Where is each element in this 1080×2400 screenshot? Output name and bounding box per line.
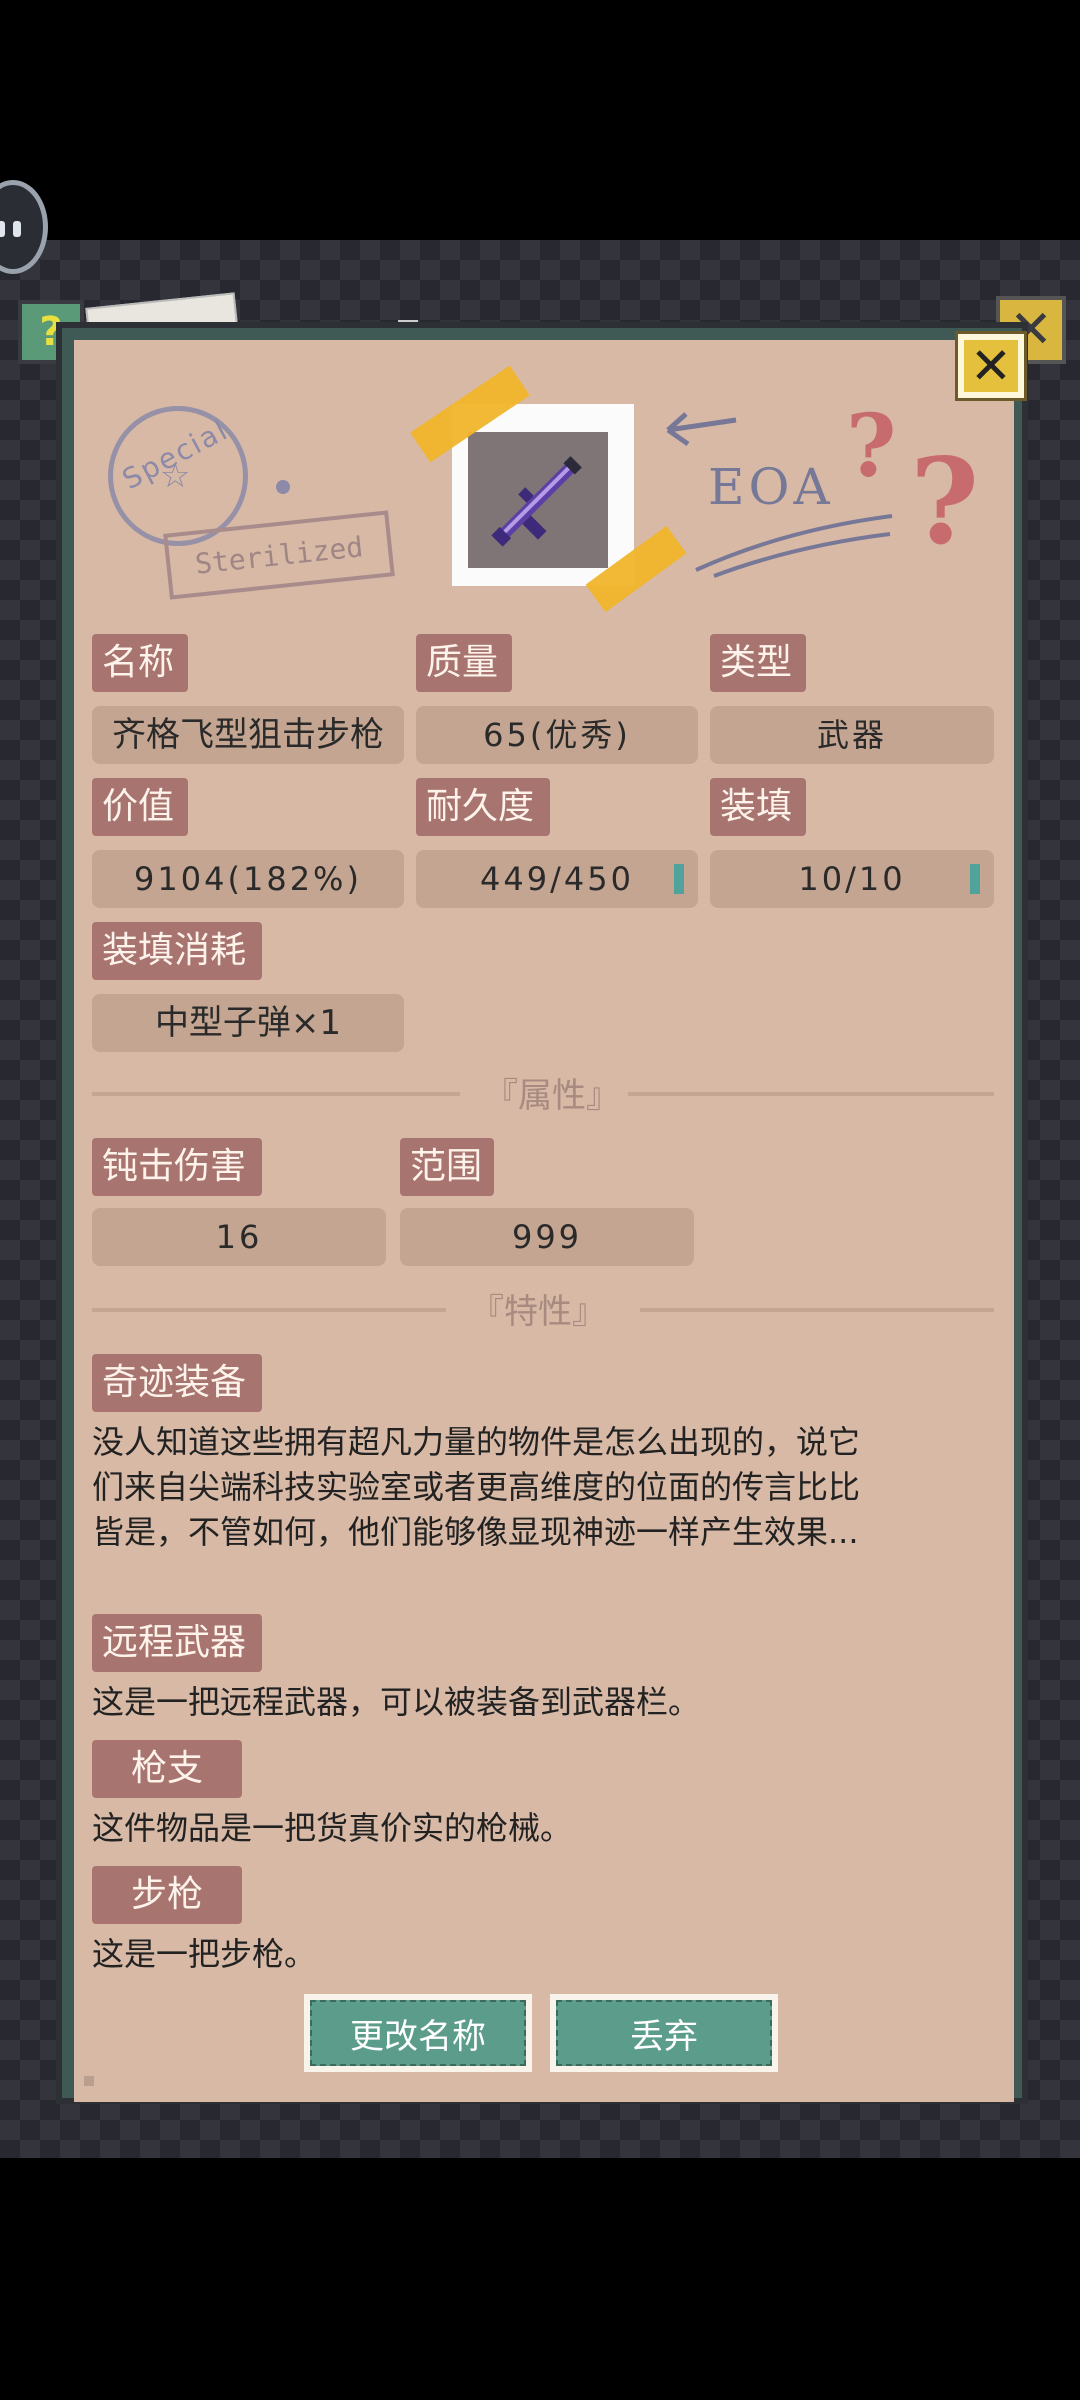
traits-title: 『特性』 <box>470 1292 606 1332</box>
trait-label-rifle: 步枪 <box>92 1866 242 1924</box>
attributes-separator-right <box>628 1092 994 1096</box>
discard-button-label: 丢弃 <box>556 2000 772 2066</box>
arrow-doodle-icon <box>666 412 737 447</box>
value-field: 9104(182%) <box>92 850 404 908</box>
blunt-damage-label: 钝击伤害 <box>92 1138 262 1196</box>
rename-button-label: 更改名称 <box>310 2000 526 2066</box>
eoa-doodle: EOA <box>708 458 834 516</box>
trait-label-miracle: 奇迹装备 <box>92 1354 262 1412</box>
ammo-cost-field: 中型子弹×1 <box>92 994 404 1052</box>
top-letterbox <box>0 0 1080 240</box>
close-button[interactable]: ✕ <box>958 334 1024 398</box>
attributes-separator-left <box>92 1092 460 1096</box>
traits-separator-right <box>640 1308 994 1312</box>
bottom-letterbox <box>0 2158 1080 2400</box>
durability-text: 449/450 <box>480 860 634 898</box>
corner-mark <box>84 2076 94 2086</box>
trait-label-gun: 枪支 <box>92 1740 242 1798</box>
trait-desc-gun: 这件物品是一把货真价实的枪械。 <box>92 1809 573 1847</box>
ammo-cost-label: 装填消耗 <box>92 922 262 980</box>
ammo-bar <box>970 864 980 894</box>
name-label: 名称 <box>92 634 188 692</box>
name-field: 齐格飞型狙击步枪 <box>92 706 404 764</box>
scribble-doodle <box>695 514 893 578</box>
blunt-damage-field: 16 <box>92 1208 386 1266</box>
ammo-text: 10/10 <box>798 860 906 898</box>
bot-eye-right <box>13 221 21 237</box>
item-photo <box>452 404 634 586</box>
ammo-label: 装填 <box>710 778 806 836</box>
question-mark-doodle-1: ? <box>846 396 897 497</box>
trait-desc-miracle-2: 们来自尖端科技实验室或者更高维度的位面的传言比比 <box>92 1468 861 1506</box>
trait-desc-miracle-1: 没人知道这些拥有超凡力量的物件是怎么出现的，说它 <box>92 1423 861 1461</box>
durability-bar <box>674 864 684 894</box>
trait-desc-miracle-3: 皆是，不管如何，他们能够像显现神迹一样产生效果... <box>92 1513 859 1551</box>
value-label: 价值 <box>92 778 188 836</box>
quality-label: 质量 <box>416 634 512 692</box>
attributes-title: 『属性』 <box>484 1076 620 1116</box>
purple-rifle-icon <box>491 456 582 547</box>
traits-separator-left <box>92 1308 446 1312</box>
range-label: 范围 <box>400 1138 494 1196</box>
type-label: 类型 <box>710 634 806 692</box>
star-icon: ☆ <box>160 456 191 496</box>
durability-field: 449/450 <box>416 850 698 908</box>
quality-field: 65(优秀) <box>416 706 698 764</box>
question-mark-doodle-2: ? <box>910 432 980 571</box>
discard-button[interactable]: 丢弃 <box>550 1994 778 2072</box>
trait-desc-ranged: 这是一把远程武器，可以被装备到武器栏。 <box>92 1683 701 1721</box>
durability-label: 耐久度 <box>416 778 550 836</box>
trait-label-ranged: 远程武器 <box>92 1614 262 1672</box>
type-field: 武器 <box>710 706 994 764</box>
close-icon: ✕ <box>970 337 1012 395</box>
ammo-field: 10/10 <box>710 850 994 908</box>
item-photo-frame <box>468 432 608 568</box>
rename-button[interactable]: 更改名称 <box>304 1994 532 2072</box>
stamp-dot <box>276 480 290 494</box>
trait-desc-rifle: 这是一把步枪。 <box>92 1935 317 1973</box>
bot-eye-left <box>0 221 5 237</box>
range-field: 999 <box>400 1208 694 1266</box>
